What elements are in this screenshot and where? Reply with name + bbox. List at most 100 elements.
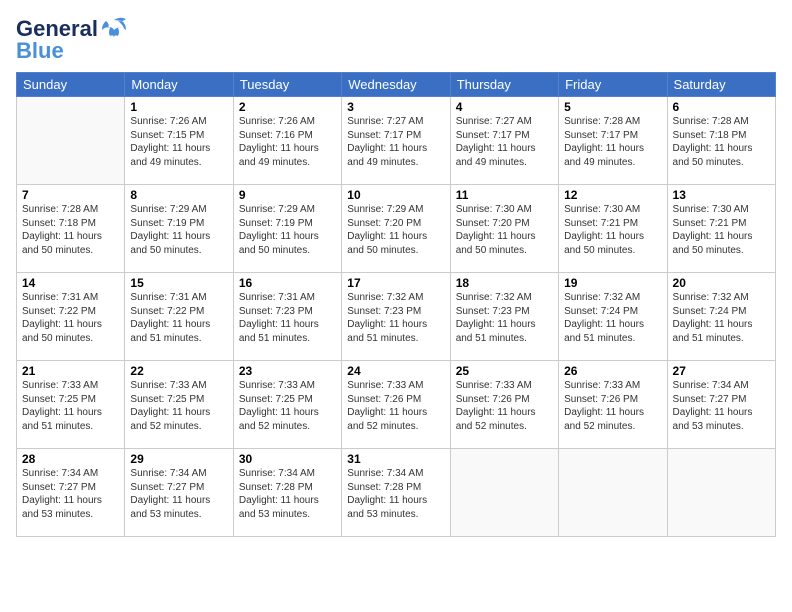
- day-number: 4: [456, 100, 553, 114]
- day-number: 24: [347, 364, 444, 378]
- week-row-5: 28Sunrise: 7:34 AM Sunset: 7:27 PM Dayli…: [17, 449, 776, 537]
- header-cell-thursday: Thursday: [450, 73, 558, 97]
- day-info: Sunrise: 7:27 AM Sunset: 7:17 PM Dayligh…: [456, 115, 553, 169]
- day-cell: 16Sunrise: 7:31 AM Sunset: 7:23 PM Dayli…: [233, 273, 341, 361]
- day-info: Sunrise: 7:28 AM Sunset: 7:18 PM Dayligh…: [673, 115, 770, 169]
- day-info: Sunrise: 7:32 AM Sunset: 7:24 PM Dayligh…: [564, 291, 661, 345]
- day-number: 25: [456, 364, 553, 378]
- day-cell: 10Sunrise: 7:29 AM Sunset: 7:20 PM Dayli…: [342, 185, 450, 273]
- day-cell: 3Sunrise: 7:27 AM Sunset: 7:17 PM Daylig…: [342, 97, 450, 185]
- day-info: Sunrise: 7:30 AM Sunset: 7:20 PM Dayligh…: [456, 203, 553, 257]
- day-info: Sunrise: 7:32 AM Sunset: 7:23 PM Dayligh…: [456, 291, 553, 345]
- logo: General Blue: [16, 16, 128, 64]
- day-info: Sunrise: 7:33 AM Sunset: 7:25 PM Dayligh…: [239, 379, 336, 433]
- day-number: 20: [673, 276, 770, 290]
- day-number: 14: [22, 276, 119, 290]
- day-cell: 25Sunrise: 7:33 AM Sunset: 7:26 PM Dayli…: [450, 361, 558, 449]
- day-info: Sunrise: 7:33 AM Sunset: 7:25 PM Dayligh…: [22, 379, 119, 433]
- day-cell: 13Sunrise: 7:30 AM Sunset: 7:21 PM Dayli…: [667, 185, 775, 273]
- day-number: 16: [239, 276, 336, 290]
- week-row-1: 1Sunrise: 7:26 AM Sunset: 7:15 PM Daylig…: [17, 97, 776, 185]
- header-cell-sunday: Sunday: [17, 73, 125, 97]
- day-cell: 1Sunrise: 7:26 AM Sunset: 7:15 PM Daylig…: [125, 97, 233, 185]
- day-cell: 20Sunrise: 7:32 AM Sunset: 7:24 PM Dayli…: [667, 273, 775, 361]
- day-cell: 18Sunrise: 7:32 AM Sunset: 7:23 PM Dayli…: [450, 273, 558, 361]
- day-number: 29: [130, 452, 227, 466]
- day-cell: 4Sunrise: 7:27 AM Sunset: 7:17 PM Daylig…: [450, 97, 558, 185]
- day-number: 13: [673, 188, 770, 202]
- header-cell-saturday: Saturday: [667, 73, 775, 97]
- day-cell: 15Sunrise: 7:31 AM Sunset: 7:22 PM Dayli…: [125, 273, 233, 361]
- week-row-2: 7Sunrise: 7:28 AM Sunset: 7:18 PM Daylig…: [17, 185, 776, 273]
- day-info: Sunrise: 7:29 AM Sunset: 7:19 PM Dayligh…: [130, 203, 227, 257]
- day-info: Sunrise: 7:29 AM Sunset: 7:20 PM Dayligh…: [347, 203, 444, 257]
- day-info: Sunrise: 7:30 AM Sunset: 7:21 PM Dayligh…: [564, 203, 661, 257]
- day-info: Sunrise: 7:28 AM Sunset: 7:17 PM Dayligh…: [564, 115, 661, 169]
- day-cell: 30Sunrise: 7:34 AM Sunset: 7:28 PM Dayli…: [233, 449, 341, 537]
- day-info: Sunrise: 7:26 AM Sunset: 7:15 PM Dayligh…: [130, 115, 227, 169]
- day-cell: 12Sunrise: 7:30 AM Sunset: 7:21 PM Dayli…: [559, 185, 667, 273]
- day-info: Sunrise: 7:28 AM Sunset: 7:18 PM Dayligh…: [22, 203, 119, 257]
- calendar-table: SundayMondayTuesdayWednesdayThursdayFrid…: [16, 72, 776, 537]
- day-info: Sunrise: 7:33 AM Sunset: 7:26 PM Dayligh…: [564, 379, 661, 433]
- day-cell: 28Sunrise: 7:34 AM Sunset: 7:27 PM Dayli…: [17, 449, 125, 537]
- day-number: 22: [130, 364, 227, 378]
- day-info: Sunrise: 7:34 AM Sunset: 7:27 PM Dayligh…: [673, 379, 770, 433]
- day-cell: 31Sunrise: 7:34 AM Sunset: 7:28 PM Dayli…: [342, 449, 450, 537]
- logo-blue: Blue: [16, 38, 64, 64]
- day-cell: 23Sunrise: 7:33 AM Sunset: 7:25 PM Dayli…: [233, 361, 341, 449]
- day-info: Sunrise: 7:31 AM Sunset: 7:23 PM Dayligh…: [239, 291, 336, 345]
- day-number: 21: [22, 364, 119, 378]
- day-info: Sunrise: 7:33 AM Sunset: 7:25 PM Dayligh…: [130, 379, 227, 433]
- day-info: Sunrise: 7:30 AM Sunset: 7:21 PM Dayligh…: [673, 203, 770, 257]
- day-cell: 14Sunrise: 7:31 AM Sunset: 7:22 PM Dayli…: [17, 273, 125, 361]
- day-cell: 17Sunrise: 7:32 AM Sunset: 7:23 PM Dayli…: [342, 273, 450, 361]
- day-number: 3: [347, 100, 444, 114]
- day-number: 23: [239, 364, 336, 378]
- header-cell-friday: Friday: [559, 73, 667, 97]
- day-number: 30: [239, 452, 336, 466]
- day-cell: 26Sunrise: 7:33 AM Sunset: 7:26 PM Dayli…: [559, 361, 667, 449]
- day-number: 7: [22, 188, 119, 202]
- day-number: 19: [564, 276, 661, 290]
- logo-bird-icon: [100, 16, 128, 42]
- day-cell: 8Sunrise: 7:29 AM Sunset: 7:19 PM Daylig…: [125, 185, 233, 273]
- header-row: SundayMondayTuesdayWednesdayThursdayFrid…: [17, 73, 776, 97]
- calendar-body: 1Sunrise: 7:26 AM Sunset: 7:15 PM Daylig…: [17, 97, 776, 537]
- day-cell: 11Sunrise: 7:30 AM Sunset: 7:20 PM Dayli…: [450, 185, 558, 273]
- day-info: Sunrise: 7:26 AM Sunset: 7:16 PM Dayligh…: [239, 115, 336, 169]
- day-number: 18: [456, 276, 553, 290]
- day-number: 26: [564, 364, 661, 378]
- day-info: Sunrise: 7:31 AM Sunset: 7:22 PM Dayligh…: [130, 291, 227, 345]
- day-cell: 7Sunrise: 7:28 AM Sunset: 7:18 PM Daylig…: [17, 185, 125, 273]
- day-cell: 9Sunrise: 7:29 AM Sunset: 7:19 PM Daylig…: [233, 185, 341, 273]
- day-number: 17: [347, 276, 444, 290]
- day-number: 6: [673, 100, 770, 114]
- day-info: Sunrise: 7:27 AM Sunset: 7:17 PM Dayligh…: [347, 115, 444, 169]
- day-info: Sunrise: 7:31 AM Sunset: 7:22 PM Dayligh…: [22, 291, 119, 345]
- day-info: Sunrise: 7:34 AM Sunset: 7:27 PM Dayligh…: [130, 467, 227, 521]
- day-info: Sunrise: 7:33 AM Sunset: 7:26 PM Dayligh…: [456, 379, 553, 433]
- day-cell: 19Sunrise: 7:32 AM Sunset: 7:24 PM Dayli…: [559, 273, 667, 361]
- day-cell: 5Sunrise: 7:28 AM Sunset: 7:17 PM Daylig…: [559, 97, 667, 185]
- day-info: Sunrise: 7:29 AM Sunset: 7:19 PM Dayligh…: [239, 203, 336, 257]
- day-cell: 6Sunrise: 7:28 AM Sunset: 7:18 PM Daylig…: [667, 97, 775, 185]
- header-cell-tuesday: Tuesday: [233, 73, 341, 97]
- week-row-4: 21Sunrise: 7:33 AM Sunset: 7:25 PM Dayli…: [17, 361, 776, 449]
- day-number: 11: [456, 188, 553, 202]
- day-number: 15: [130, 276, 227, 290]
- day-number: 5: [564, 100, 661, 114]
- day-number: 10: [347, 188, 444, 202]
- calendar-header: SundayMondayTuesdayWednesdayThursdayFrid…: [17, 73, 776, 97]
- day-number: 2: [239, 100, 336, 114]
- day-cell: 29Sunrise: 7:34 AM Sunset: 7:27 PM Dayli…: [125, 449, 233, 537]
- day-info: Sunrise: 7:32 AM Sunset: 7:23 PM Dayligh…: [347, 291, 444, 345]
- day-info: Sunrise: 7:34 AM Sunset: 7:27 PM Dayligh…: [22, 467, 119, 521]
- day-number: 12: [564, 188, 661, 202]
- day-cell: [559, 449, 667, 537]
- day-cell: [667, 449, 775, 537]
- day-number: 1: [130, 100, 227, 114]
- day-number: 27: [673, 364, 770, 378]
- day-cell: 21Sunrise: 7:33 AM Sunset: 7:25 PM Dayli…: [17, 361, 125, 449]
- day-cell: 2Sunrise: 7:26 AM Sunset: 7:16 PM Daylig…: [233, 97, 341, 185]
